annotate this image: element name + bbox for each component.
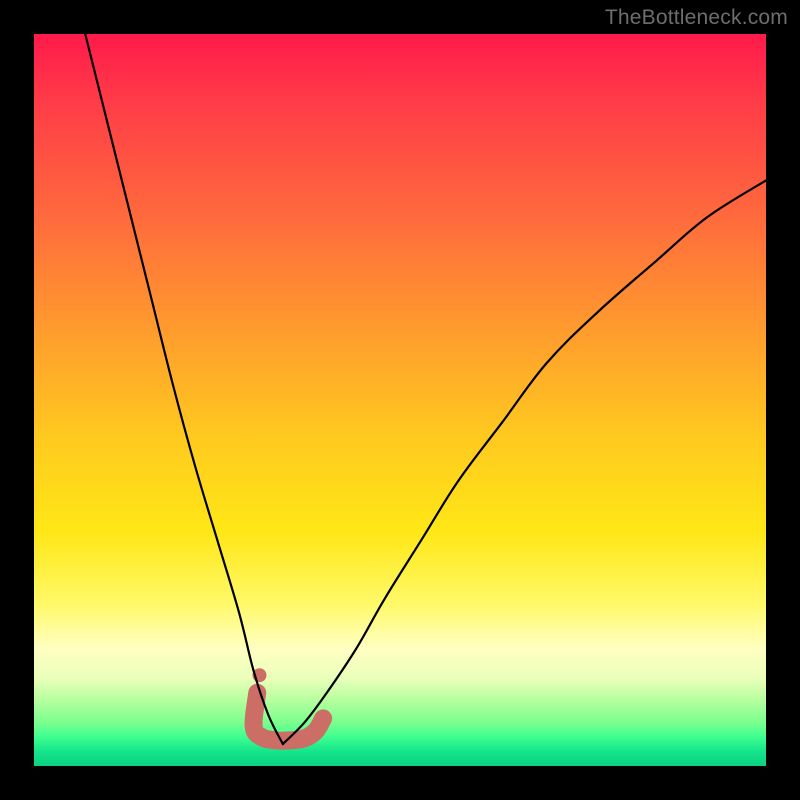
valley-blob [252, 668, 323, 741]
chart-svg [34, 34, 766, 766]
chart-plot-area [34, 34, 766, 766]
curve-line [85, 34, 766, 744]
watermark-label: TheBottleneck.com [605, 6, 788, 30]
chart-frame: TheBottleneck.com [0, 0, 800, 800]
